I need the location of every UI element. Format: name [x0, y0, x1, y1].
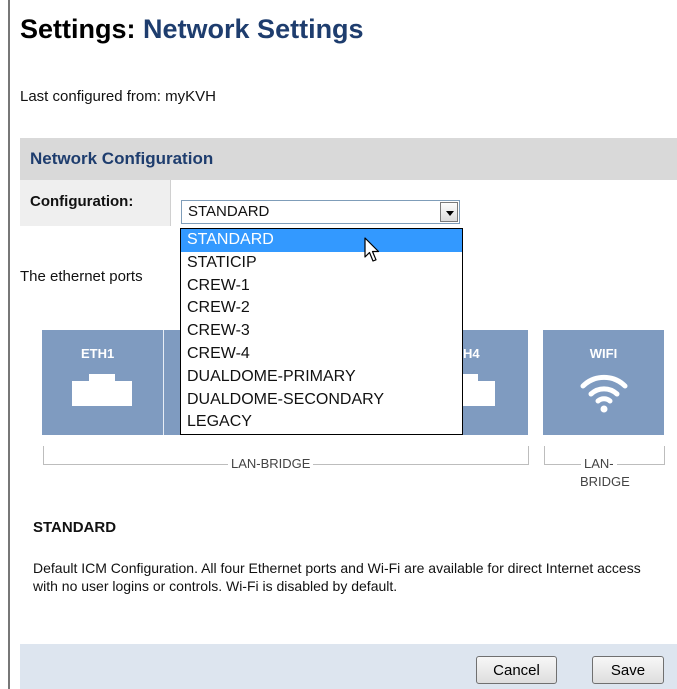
dropdown-option-dualdome-secondary[interactable]: DUALDOME-SECONDARY [181, 389, 462, 412]
dropdown-option-crew-3[interactable]: CREW-3 [181, 320, 462, 343]
dropdown-option-crew-2[interactable]: CREW-2 [181, 297, 462, 320]
dropdown-option-dualdome-primary[interactable]: DUALDOME-PRIMARY [181, 366, 462, 389]
mode-title: STANDARD [33, 519, 117, 536]
page-title-section: Network Settings [143, 14, 364, 44]
wifi-label: WIFI [589, 346, 618, 361]
configuration-dropdown-list[interactable]: STANDARD STATICIP CREW-1 CREW-2 CREW-3 C… [180, 228, 463, 436]
footer-bar [20, 644, 677, 689]
wifi-icon [580, 374, 628, 413]
dropdown-option-crew-4[interactable]: CREW-4 [181, 343, 462, 366]
section-title: Network Configuration [30, 149, 214, 168]
page-title-prefix: Settings: [20, 14, 136, 44]
wifi-bridge-label-line2: BRIDGE [577, 474, 633, 489]
port-divider [163, 330, 164, 435]
mode-description: Default ICM Configuration. All four Ethe… [33, 560, 641, 594]
wifi-bridge-label-line1: LAN- [581, 456, 617, 471]
eth1-label: ETH1 [81, 346, 115, 361]
configuration-label: Configuration: [30, 193, 134, 210]
cancel-button[interactable]: Cancel [476, 656, 557, 684]
page-left-border [8, 0, 10, 689]
ports-description: The ethernet ports [20, 268, 143, 285]
page-title: Settings: Network Settings [20, 14, 364, 45]
last-configured-text: Last configured from: myKVH [20, 88, 216, 105]
chevron-down-icon[interactable] [440, 202, 458, 222]
configuration-select-value: STANDARD [188, 203, 270, 220]
mouse-pointer-icon [364, 237, 380, 262]
dropdown-option-standard[interactable]: STANDARD [181, 229, 462, 252]
lan-bridge-label: LAN-BRIDGE [228, 456, 314, 471]
ethernet-port-icon [72, 374, 132, 406]
configuration-label-cell: Configuration: [20, 180, 171, 226]
configuration-select[interactable]: STANDARD [181, 200, 460, 224]
save-button[interactable]: Save [592, 656, 664, 684]
wifi-port-card: WIFI [543, 330, 664, 435]
dropdown-option-staticip[interactable]: STATICIP [181, 252, 462, 275]
network-config-section-header: Network Configuration [20, 138, 677, 180]
dropdown-option-legacy[interactable]: LEGACY [181, 411, 462, 434]
dropdown-option-crew-1[interactable]: CREW-1 [181, 275, 462, 298]
